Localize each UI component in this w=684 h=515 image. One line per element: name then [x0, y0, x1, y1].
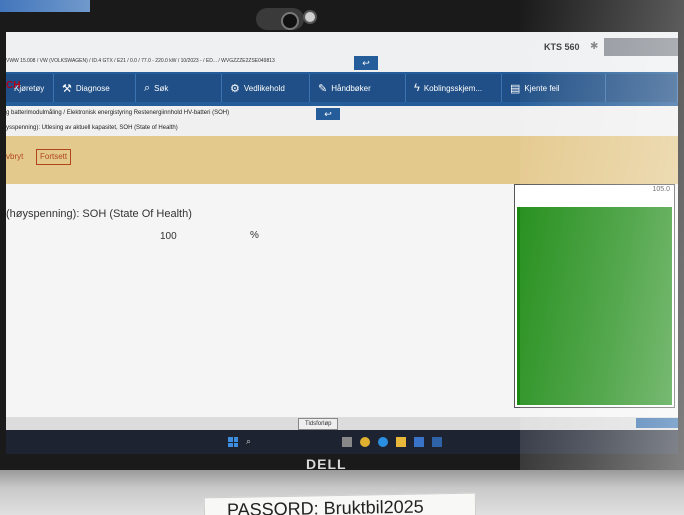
note-text: PASSORD: Bruktbil2025: [226, 496, 424, 515]
diagnostic-app-icon[interactable]: [432, 437, 442, 447]
tab-search[interactable]: ⌕ Søk: [136, 74, 222, 102]
tab-wiring-diagrams[interactable]: ϟ Koblingsskjem...: [406, 74, 502, 102]
tab-label: Koblingsskjem...: [423, 83, 483, 93]
gears-icon: ⚙: [230, 82, 240, 95]
windows-start-icon[interactable]: [228, 437, 238, 447]
browser-icon[interactable]: [360, 437, 370, 447]
webcam-ring-icon: [303, 10, 317, 24]
window-controls[interactable]: [604, 38, 678, 56]
tab-label: Diagnose: [75, 83, 110, 93]
measurement-value: 100: [160, 231, 177, 242]
taskview-icon[interactable]: [342, 437, 352, 447]
password-note: PASSORD: Bruktbil2025: [203, 492, 477, 515]
main-navbar: Kjøretøy ⚒ Diagnose ⌕ Søk ⚙ Vedlikehold ✎ Hå…: [6, 72, 678, 106]
back-arrow-icon: ↩: [362, 58, 370, 68]
tab-manuals[interactable]: ✎ Håndbøker: [310, 74, 406, 102]
next-button[interactable]: [636, 418, 678, 428]
tab-label: Vedlikehold: [243, 83, 285, 93]
blue-sticker: [0, 0, 90, 12]
tab-maintenance[interactable]: ⚙ Vedlikehold: [222, 74, 310, 102]
webcam-lens-icon: [281, 12, 299, 30]
back-button-secondary[interactable]: ↩: [316, 108, 340, 120]
bluetooth-icon: ✱: [590, 41, 599, 52]
tab-diagnosis[interactable]: ⚒ Diagnose: [54, 74, 136, 102]
wrench-icon: ✎: [318, 82, 328, 95]
action-band: [6, 136, 678, 184]
tab-more[interactable]: [606, 74, 678, 102]
status-bar: [6, 417, 678, 430]
dell-logo: DELL: [306, 456, 347, 472]
search-icon: ⌕: [144, 81, 151, 94]
book-icon: ▤: [510, 82, 521, 95]
back-button[interactable]: ↩: [354, 56, 378, 70]
gauge-fill: [517, 207, 672, 405]
photo: KTS 560 ✱ VWW 15.008 / VW (VOLKSWAGEN) /…: [0, 0, 684, 515]
laptop-screen: KTS 560 ✱ VWW 15.008 / VW (VOLKSWAGEN) /…: [6, 32, 678, 430]
tab-label: Søk: [154, 83, 169, 93]
wrench-icon: ⚒: [62, 82, 72, 95]
timeline-tab[interactable]: Tidsforløp: [298, 418, 339, 430]
vehicle-info: VWW 15.008 / VW (VOLKSWAGEN) / ID.4 GTX …: [6, 58, 275, 64]
folder-icon[interactable]: [396, 437, 406, 447]
measurement-unit: %: [250, 230, 259, 241]
tab-known-faults[interactable]: ▤ Kjente feil: [502, 74, 606, 102]
lightning-icon: ϟ: [414, 82, 420, 94]
edge-icon[interactable]: [378, 437, 388, 447]
continue-button[interactable]: Fortsett: [36, 149, 72, 165]
windows-taskbar: ⌕: [6, 430, 678, 454]
cancel-button[interactable]: vbryt: [6, 150, 23, 164]
tab-label: Kjente feil: [524, 83, 560, 93]
tool-name: KTS 560: [544, 42, 580, 52]
search-icon[interactable]: ⌕: [246, 436, 256, 446]
tab-label: Håndbøker: [331, 83, 371, 93]
back-arrow-icon: ↩: [324, 109, 332, 119]
page-subtitle: ysspenning): Utlesing av aktuell kapasit…: [6, 125, 178, 131]
brand-logo: CH: [6, 80, 21, 91]
soh-gauge: 105.0: [514, 184, 675, 408]
measurement-label: (høyspenning): SOH (State Of Health): [6, 208, 192, 220]
breadcrumb: g batterimodulmåling / Elektronisk energ…: [6, 110, 230, 116]
app-icon[interactable]: [414, 437, 424, 447]
gauge-max-label: 105.0: [652, 186, 670, 193]
